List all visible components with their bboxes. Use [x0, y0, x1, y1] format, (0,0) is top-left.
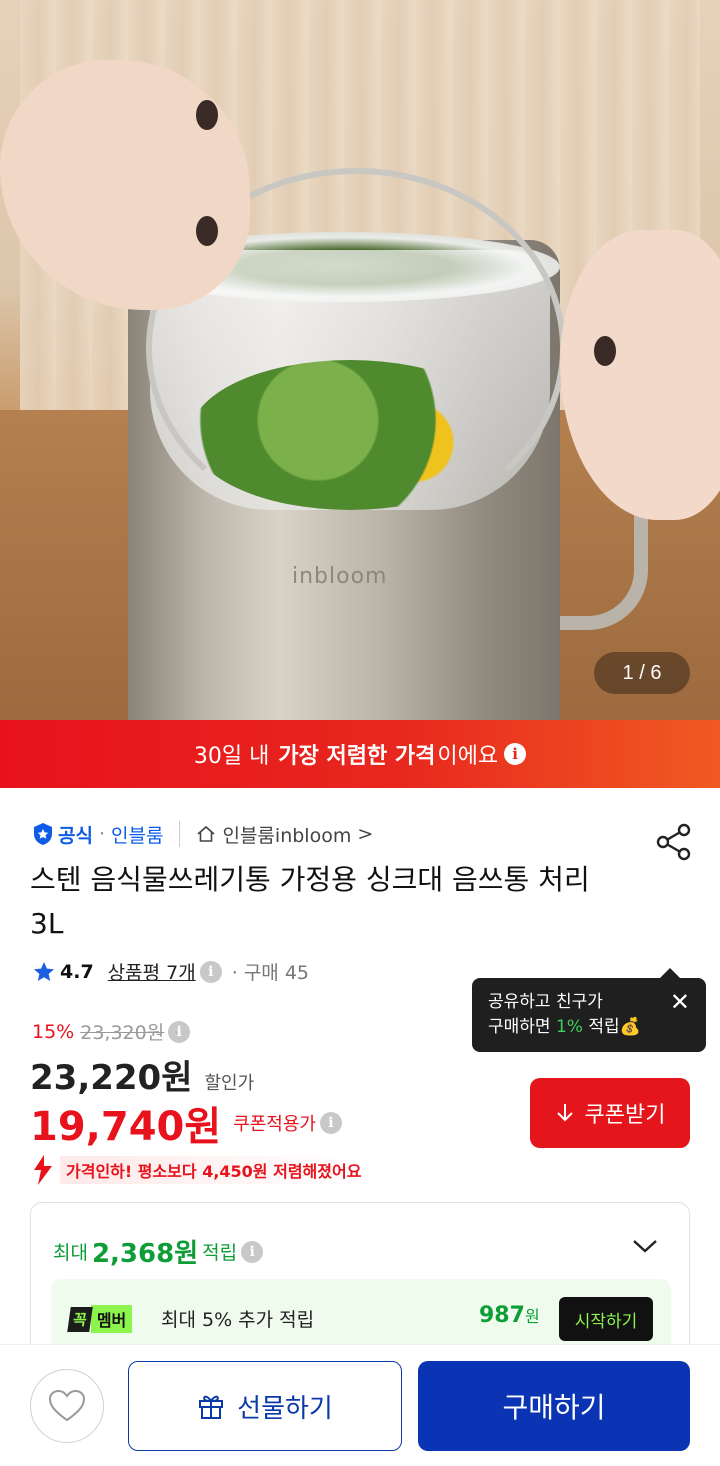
buy-button-label: 구매하기 — [502, 1391, 606, 1424]
gift-button[interactable]: 선물하기 — [128, 1361, 402, 1451]
product-title: 스텐 음식물쓰레기통 가정용 싱크대 음쓰통 처리 3L — [30, 863, 590, 940]
close-icon[interactable]: ✕ — [670, 990, 690, 1014]
lowest-price-banner[interactable]: 30일 내 가장 저렴한 가격 이에요 i — [0, 720, 720, 788]
discount-rate: 15% — [32, 1020, 75, 1043]
membership-description: 최대 5% 추가 적립 — [161, 1309, 315, 1331]
bottom-action-bar: 선물하기 구매하기 — [0, 1344, 720, 1466]
official-label: 공식 — [58, 824, 93, 847]
store-name-link[interactable]: 인블룸 — [111, 821, 163, 848]
store-home-label: 인블룸inbloom — [222, 824, 352, 847]
membership-points-value: 987 — [479, 1303, 525, 1328]
max-points-amount: 2,368원 — [91, 1239, 199, 1269]
tooltip-text: 적립 — [588, 1017, 620, 1037]
seller-row: 공식 · 인블룸 인블룸inbloom > — [32, 820, 373, 848]
home-icon — [197, 825, 215, 842]
sale-price-row: 23,220원 할인가 — [30, 1050, 254, 1099]
sale-price: 23,220원 — [30, 1058, 193, 1098]
price-drop-notice: 가격인하! 평소보다 4,450원 저렴해졌어요 — [30, 1154, 368, 1186]
separator-dot: · — [98, 823, 106, 845]
gift-icon — [199, 1395, 224, 1419]
max-points-row: 최대 2,368원 적립 i — [53, 1233, 264, 1270]
bin-brand-text: inbloom — [292, 564, 388, 589]
get-coupon-button[interactable]: 쿠폰받기 — [530, 1078, 690, 1148]
badge-g: 꼭 — [67, 1306, 93, 1332]
info-icon[interactable]: i — [504, 743, 527, 765]
membership-badge: 꼭 멤버 — [67, 1305, 133, 1333]
download-icon — [556, 1104, 573, 1122]
image-counter: 1 / 6 — [594, 652, 690, 694]
store-home-link[interactable]: 인블룸inbloom > — [196, 821, 373, 848]
star-icon — [34, 961, 54, 981]
product-image[interactable]: inbloom 1 / 6 — [0, 0, 720, 722]
info-icon[interactable]: i — [241, 1240, 264, 1263]
banner-text-post: 이에요 — [437, 744, 499, 769]
share-reward-tooltip: 공유하고 친구가 구매하면 1% 적립💰 ✕ — [472, 968, 706, 1052]
membership-start-button[interactable]: 시작하기 — [559, 1297, 653, 1341]
sale-price-label: 할인가 — [204, 1073, 255, 1094]
heart-icon — [48, 1389, 86, 1422]
get-coupon-label: 쿠폰받기 — [584, 1103, 666, 1128]
info-icon[interactable]: i — [168, 1020, 191, 1043]
purchase-count: · 구매 45 — [231, 962, 309, 984]
tooltip-line2: 구매하면 1% 적립💰 — [488, 1015, 690, 1040]
info-icon[interactable]: i — [199, 960, 222, 983]
tooltip-line1: 공유하고 친구가 — [488, 992, 603, 1012]
original-price: 23,320원 — [80, 1022, 165, 1044]
original-price-row: 15% 23,320원 i — [32, 1018, 191, 1045]
nail — [196, 216, 218, 246]
tooltip-percent: 1% — [555, 1017, 583, 1037]
money-bag-icon: 💰 — [619, 1017, 641, 1037]
info-icon[interactable]: i — [319, 1112, 342, 1134]
membership-points-unit: 원 — [524, 1307, 540, 1326]
divider — [179, 821, 181, 847]
review-count-link[interactable]: 상품평 7개 — [108, 958, 196, 985]
price-drop-text: 가격인하! 평소보다 4,450원 저렴해졌어요 — [60, 1156, 368, 1184]
coupon-price-row: 19,740원 쿠폰적용가 i — [30, 1094, 342, 1152]
nail — [196, 100, 218, 130]
buy-button[interactable]: 구매하기 — [418, 1361, 690, 1451]
tooltip-text: 구매하면 — [488, 1017, 551, 1037]
banner-text-bold: 가장 저렴한 가격 — [278, 744, 436, 769]
membership-points: 987원 — [479, 1303, 540, 1328]
points-post: 적립 — [202, 1242, 238, 1264]
banner-text-pre: 30일 내 — [193, 744, 270, 769]
rating-row: 4.7 상품평 7개 i · 구매 45 — [32, 958, 309, 985]
down-bolt-icon — [34, 1155, 52, 1185]
badge-m: 멤버 — [90, 1305, 133, 1333]
nail — [594, 336, 616, 366]
chevron-down-icon[interactable] — [631, 1237, 659, 1255]
official-shield-icon — [34, 823, 52, 845]
points-pre: 최대 — [53, 1242, 88, 1264]
rating-score: 4.7 — [60, 960, 94, 983]
wishlist-button[interactable] — [30, 1369, 104, 1443]
gift-button-label: 선물하기 — [237, 1393, 333, 1424]
share-icon[interactable] — [654, 822, 694, 862]
coupon-price-label: 쿠폰적용가 — [233, 1114, 316, 1135]
chevron-right-icon: > — [357, 823, 374, 845]
coupon-price: 19,740원 — [30, 1104, 222, 1150]
